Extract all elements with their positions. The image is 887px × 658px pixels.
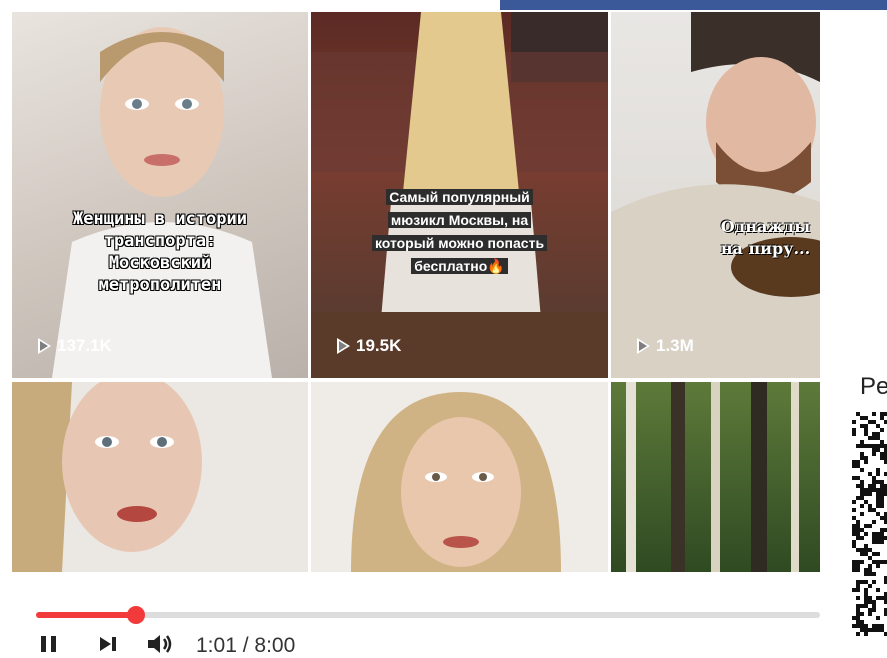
tile-3-caption: Однажды на пиру... <box>720 217 811 258</box>
side-panel-title: Pe <box>860 373 887 400</box>
tile-5-thumbnail <box>351 392 561 572</box>
qr-code <box>852 412 887 636</box>
volume-button[interactable] <box>146 632 174 656</box>
tile-6-thumbnail <box>626 382 799 572</box>
tile-2-views: 19.5K <box>337 336 401 356</box>
progress-fill <box>36 612 136 618</box>
video-tile-3[interactable]: Однажды на пиру... 1.3M <box>611 12 820 378</box>
pause-button[interactable] <box>40 632 58 656</box>
tile-3-thumbnail <box>611 12 820 378</box>
play-count-icon <box>337 338 350 354</box>
progress-thumb[interactable] <box>126 606 145 624</box>
skip-next-icon <box>100 637 116 651</box>
tile-4-thumbnail <box>12 382 202 572</box>
tile-1-caption: Женщины в истории транспорта: Московский… <box>73 209 247 295</box>
play-count-icon <box>637 338 650 354</box>
video-grid: Женщины в истории транспорта: Московский… <box>12 12 820 572</box>
video-tile-4[interactable] <box>12 382 308 572</box>
tile-3-views: 1.3M <box>637 336 694 356</box>
pause-icon <box>41 636 56 652</box>
tile-1-views: 137.1K <box>38 336 112 356</box>
current-time: 1:01 <box>196 634 237 657</box>
time-separator: / <box>236 634 255 657</box>
top-banner <box>500 0 887 10</box>
video-tile-2[interactable]: Самый популярный мюзикл Москвы, на котор… <box>311 12 608 378</box>
tile-1-thumbnail <box>52 27 272 378</box>
player-controls: 1:01 / 8:00 <box>0 590 820 657</box>
video-tile-1[interactable]: Женщины в истории транспорта: Московский… <box>12 12 308 378</box>
play-count-icon <box>38 338 51 354</box>
video-tile-5[interactable] <box>311 382 608 572</box>
progress-track[interactable] <box>36 606 820 624</box>
video-tile-6[interactable] <box>611 382 820 572</box>
duration: 8:00 <box>254 634 296 657</box>
next-button[interactable] <box>98 632 118 656</box>
time-display: 1:01 / 8:00 <box>196 634 295 658</box>
volume-icon <box>148 635 172 653</box>
tile-2-caption: Самый популярный мюзикл Москвы, на котор… <box>311 186 608 278</box>
